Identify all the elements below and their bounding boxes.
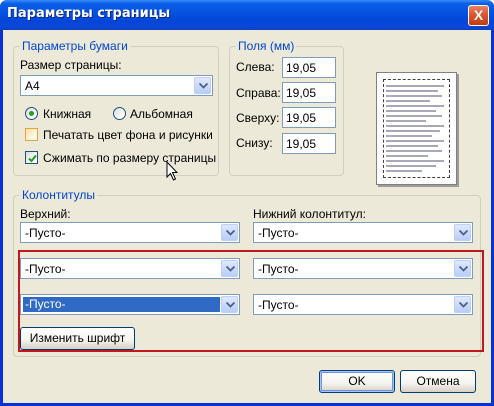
page-size-value: A4 [25, 79, 40, 93]
chevron-down-icon[interactable] [454, 296, 471, 313]
preview-margin-outline [383, 79, 450, 178]
chevron-down-icon[interactable] [221, 296, 238, 313]
header-left-value: -Пусто- [25, 226, 66, 240]
footer-center-value: -Пусто- [258, 262, 299, 276]
close-button[interactable]: X [468, 5, 489, 26]
preview-text-line [386, 165, 436, 167]
landscape-radio[interactable] [113, 107, 126, 120]
preview-text-line [386, 170, 422, 172]
chevron-down-icon[interactable] [454, 260, 471, 277]
header-left-select[interactable]: -Пусто- [20, 222, 240, 243]
preview-text-line [386, 155, 428, 157]
margin-top-input[interactable]: 19,05 [282, 107, 336, 128]
chevron-down-icon[interactable] [454, 224, 471, 241]
dialog-title: Параметры страницы [7, 6, 171, 21]
dialog-body: Параметры бумаги Размер страницы: A4 Кни… [3, 30, 491, 403]
footer-label: Нижний колонтитул: [253, 207, 366, 221]
margin-left-input[interactable]: 19,05 [282, 57, 336, 78]
ok-button[interactable]: OK [319, 370, 395, 393]
margins-legend: Поля (мм) [236, 39, 297, 53]
margin-right-input[interactable]: 19,05 [282, 82, 336, 103]
page-setup-dialog: Параметры страницы X Параметры бумаги Ра… [0, 0, 494, 406]
title-bar[interactable]: Параметры страницы X [0, 0, 494, 30]
preview-text-line [386, 150, 442, 152]
footer-center-select[interactable]: -Пусто- [253, 258, 473, 279]
footer-right-select[interactable]: -Пусто- [253, 294, 473, 315]
margin-left-label: Слева: [236, 60, 275, 74]
margin-bottom-label: Снизу: [236, 136, 273, 150]
footer-left-value: -Пусто- [258, 226, 299, 240]
margin-right-label: Справа: [236, 86, 281, 100]
preview-text-line [386, 100, 430, 102]
preview-text-line [386, 120, 426, 122]
portrait-label: Книжная [43, 107, 92, 121]
landscape-label: Альбомная [130, 107, 193, 121]
page-size-label: Размер страницы: [20, 58, 122, 72]
headers-footers-legend: Колонтитулы [20, 188, 98, 202]
header-center-select[interactable]: -Пусто- [20, 258, 240, 279]
preview-text-line [386, 125, 444, 127]
shrink-to-fit-label: Сжимать по размеру страницы [43, 151, 217, 165]
preview-text-line [386, 115, 442, 117]
portrait-radio[interactable] [25, 107, 38, 120]
cancel-button[interactable]: Отмена [400, 370, 476, 393]
footer-left-select[interactable]: -Пусто- [253, 222, 473, 243]
footer-right-value: -Пусто- [258, 298, 299, 312]
margin-top-label: Сверху: [236, 111, 280, 125]
mouse-pointer-icon [166, 161, 179, 181]
header-center-value: -Пусто- [25, 262, 66, 276]
page-size-select[interactable]: A4 [20, 75, 213, 96]
print-background-label: Печатать цвет фона и рисунки [43, 128, 213, 142]
checkmark-icon [28, 154, 37, 163]
chevron-down-icon[interactable] [194, 77, 211, 94]
header-label: Верхний: [20, 207, 71, 221]
margin-bottom-input[interactable]: 19,05 [282, 133, 336, 154]
radio-selected-dot [29, 111, 34, 116]
preview-text-line [386, 135, 432, 137]
print-background-checkbox[interactable] [25, 128, 38, 141]
close-icon: X [473, 7, 484, 23]
page-preview [376, 72, 457, 185]
chevron-down-icon[interactable] [221, 224, 238, 241]
preview-text-line [386, 85, 444, 87]
preview-text-line [386, 160, 444, 162]
change-font-button[interactable]: Изменить шрифт [20, 327, 135, 350]
preview-text-line [386, 105, 444, 107]
shrink-to-fit-checkbox[interactable] [25, 151, 38, 164]
preview-text-line [386, 90, 438, 92]
preview-text-line [386, 140, 444, 142]
preview-text-line [386, 130, 440, 132]
preview-text-line [386, 95, 442, 97]
chevron-down-icon[interactable] [221, 260, 238, 277]
preview-text-line [386, 145, 438, 147]
paper-options-legend: Параметры бумаги [20, 39, 130, 53]
header-right-value: -Пусто- [23, 297, 220, 312]
header-right-select[interactable]: -Пусто- [20, 294, 240, 315]
preview-text-line [386, 110, 436, 112]
